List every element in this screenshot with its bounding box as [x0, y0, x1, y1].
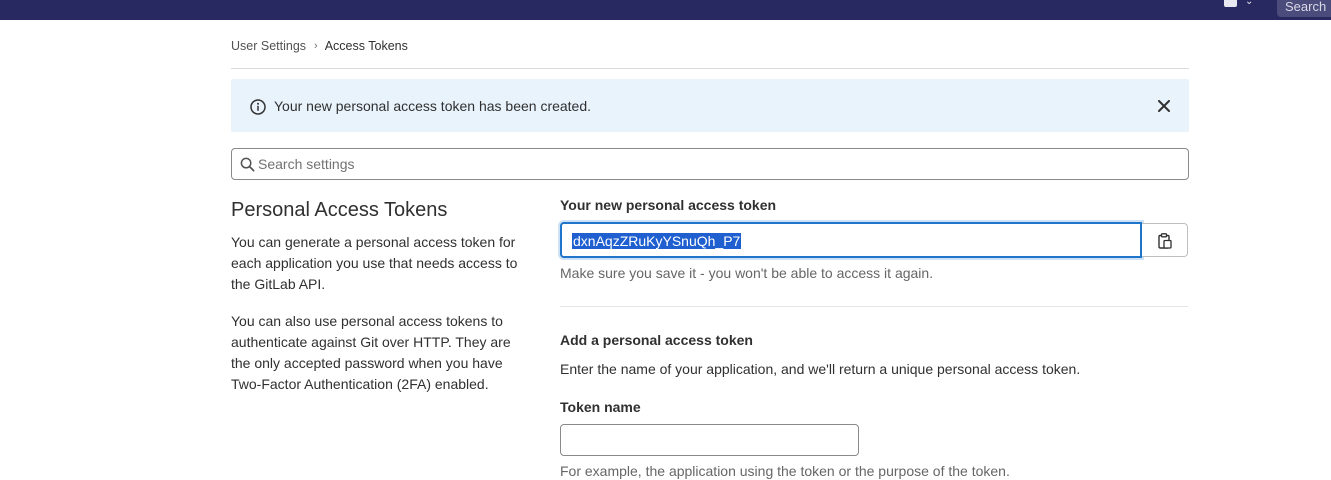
search-settings-box	[231, 148, 1189, 180]
copy-token-button[interactable]	[1142, 223, 1188, 257]
section-description: You can generate a personal access token…	[231, 234, 518, 292]
search-icon	[240, 157, 255, 172]
success-alert: Your new personal access token has been …	[231, 79, 1189, 132]
close-icon[interactable]	[1158, 100, 1170, 112]
section-description-2fa: You can also use personal access tokens …	[231, 313, 511, 392]
new-token-field[interactable]: dxnAqzZRuKyYSnuQh_P7	[560, 222, 1142, 258]
breadcrumb-user-settings-link[interactable]: User Settings	[231, 38, 306, 54]
top-navbar: ⌄ Search	[0, 0, 1331, 20]
new-item-icon[interactable]	[1224, 0, 1237, 7]
token-name-input[interactable]	[560, 424, 859, 456]
add-token-heading: Add a personal access token	[560, 332, 753, 348]
page-title: Personal Access Tokens	[231, 199, 448, 221]
new-token-help: Make sure you save it - you won't be abl…	[560, 265, 934, 281]
breadcrumb: User Settings › Access Tokens	[231, 38, 408, 54]
new-token-group: dxnAqzZRuKyYSnuQh_P7	[560, 222, 1188, 258]
new-token-label: Your new personal access token	[560, 197, 777, 213]
chevron-down-icon[interactable]: ⌄	[1245, 0, 1253, 7]
search-settings-input[interactable]	[258, 150, 1178, 178]
breadcrumb-current[interactable]: Access Tokens	[325, 38, 408, 54]
breadcrumb-divider	[231, 68, 1189, 69]
token-name-help: For example, the application using the t…	[560, 463, 1010, 479]
token-name-label: Token name	[560, 399, 641, 415]
new-token-value[interactable]: dxnAqzZRuKyYSnuQh_P7	[572, 233, 742, 249]
alert-message: Your new personal access token has been …	[274, 98, 592, 114]
navbar-search-button[interactable]: Search	[1277, 0, 1331, 17]
section-divider	[560, 306, 1188, 307]
chevron-right-icon: ›	[314, 40, 318, 52]
info-icon	[250, 99, 266, 115]
clipboard-icon	[1158, 233, 1172, 249]
add-token-description: Enter the name of your application, and …	[560, 361, 1081, 377]
